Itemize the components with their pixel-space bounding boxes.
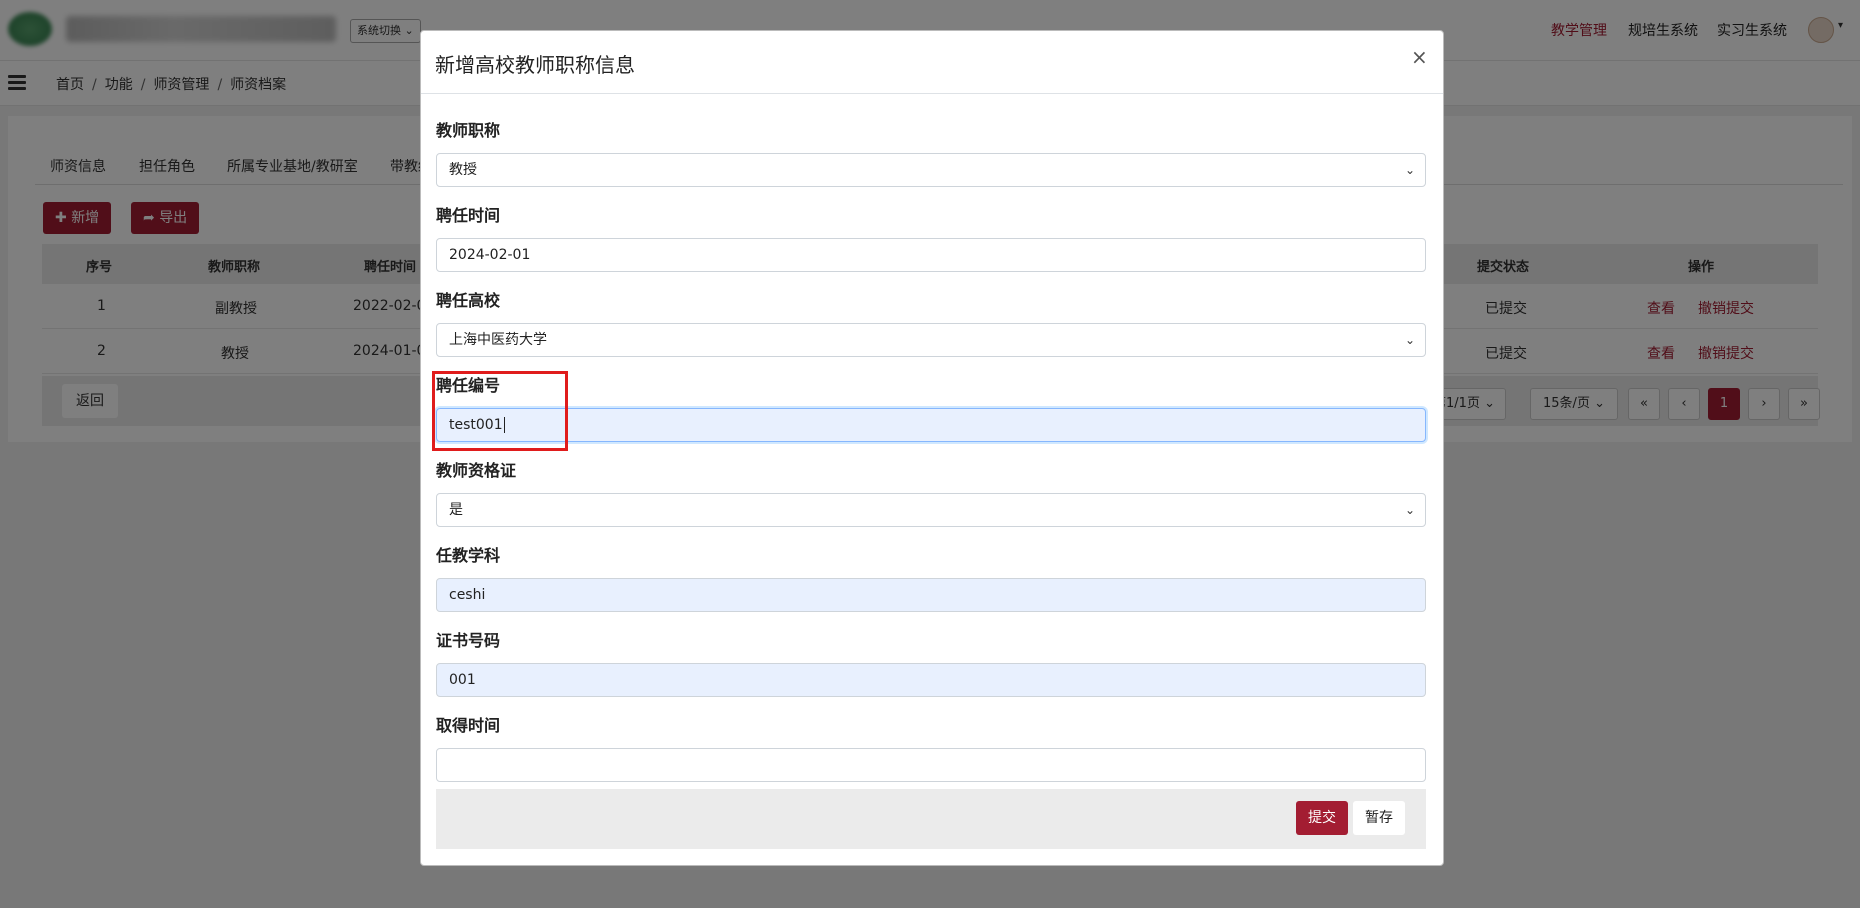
subject-label: 任教学科 xyxy=(436,546,501,565)
hire-no-input[interactable]: test001 xyxy=(436,408,1426,442)
cert-no-label: 证书号码 xyxy=(436,631,501,650)
university-select[interactable]: 上海中医药大学 ⌄ xyxy=(436,323,1426,357)
chevron-down-icon: ⌄ xyxy=(1404,163,1415,177)
close-icon[interactable]: × xyxy=(1411,45,1428,69)
subject-input[interactable]: ceshi xyxy=(436,578,1426,612)
modal-header: 新增高校教师职称信息 × xyxy=(421,31,1443,94)
title-select[interactable]: 教授 ⌄ xyxy=(436,153,1426,187)
annotation-highlight-box xyxy=(432,371,568,451)
add-title-modal: 新增高校教师职称信息 × 教师职称 教授 ⌄ 聘任时间 2024-02-01 聘… xyxy=(420,30,1444,866)
save-draft-button[interactable]: 暂存 xyxy=(1353,801,1405,835)
university-label: 聘任高校 xyxy=(436,291,501,310)
submit-button[interactable]: 提交 xyxy=(1296,801,1348,835)
obtain-date-label: 取得时间 xyxy=(436,716,501,735)
modal-title: 新增高校教师职称信息 xyxy=(435,53,635,77)
chevron-down-icon: ⌄ xyxy=(1404,333,1415,347)
obtain-date-input[interactable] xyxy=(436,748,1426,782)
modal-footer: 提交 暂存 xyxy=(436,789,1426,849)
chevron-down-icon: ⌄ xyxy=(1404,503,1415,517)
cert-no-input[interactable]: 001 xyxy=(436,663,1426,697)
title-label: 教师职称 xyxy=(436,121,501,140)
hire-date-input[interactable]: 2024-02-01 xyxy=(436,238,1426,272)
qualification-label: 教师资格证 xyxy=(436,461,517,480)
qualification-select[interactable]: 是 ⌄ xyxy=(436,493,1426,527)
hire-date-label: 聘任时间 xyxy=(436,206,501,225)
